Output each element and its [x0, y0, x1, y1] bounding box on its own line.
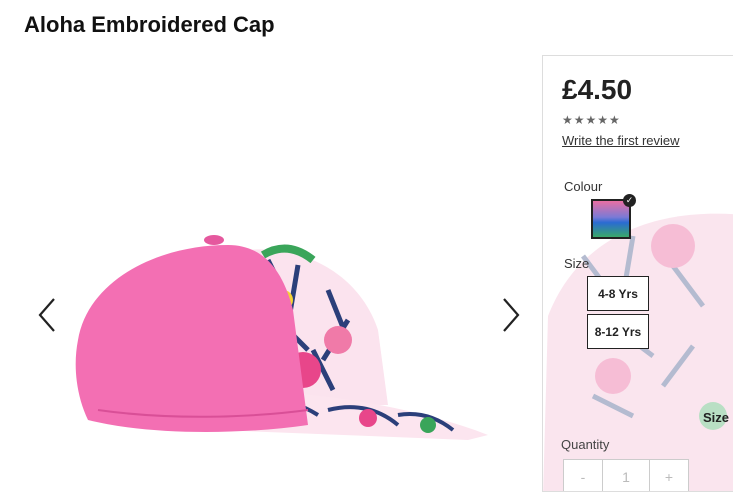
quantity-decrease-button[interactable]: -	[563, 459, 603, 491]
rating-stars: ★★★★★	[562, 113, 621, 127]
product-options-panel: £4.50 ★★★★★ Write the first review Colou…	[542, 55, 733, 492]
size-label: Size	[564, 256, 590, 271]
product-image	[75, 235, 488, 440]
write-review-link[interactable]: Write the first review	[562, 133, 680, 148]
colour-label: Colour	[564, 179, 603, 194]
product-price: £4.50	[562, 74, 633, 105]
product-title: Aloha Embroidered Cap	[24, 12, 275, 37]
quantity-input[interactable]: 1	[603, 459, 649, 491]
product-gallery	[28, 200, 538, 450]
next-image-button[interactable]	[496, 295, 524, 335]
quantity-stepper: - 1 +	[563, 459, 689, 491]
quantity-label: Quantity	[561, 437, 610, 452]
size-option-8-12[interactable]: 8-12 Yrs	[587, 314, 649, 349]
check-icon: ✓	[623, 194, 636, 207]
quantity-increase-button[interactable]: +	[649, 459, 689, 491]
colour-swatch-multi[interactable]: ✓	[591, 194, 636, 239]
chevron-left-icon	[38, 298, 55, 332]
chevron-right-icon	[503, 298, 520, 332]
previous-image-button[interactable]	[34, 295, 62, 335]
size-option-4-8[interactable]: 4-8 Yrs	[587, 276, 649, 311]
size-guide-link[interactable]: Size	[703, 410, 729, 425]
